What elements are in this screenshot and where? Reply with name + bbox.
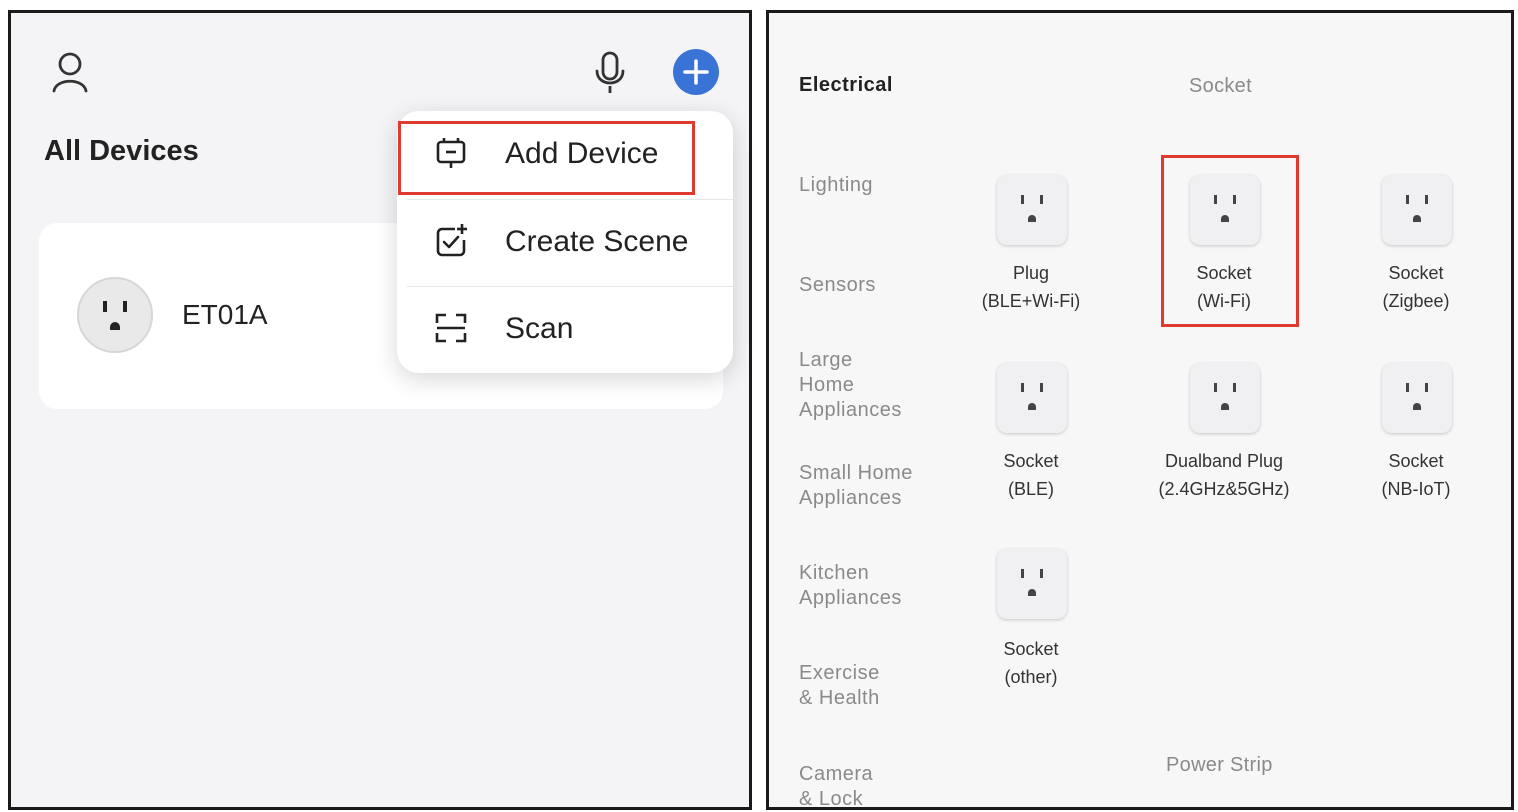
microphone-icon[interactable] [593, 51, 627, 95]
socket-icon [997, 363, 1067, 433]
highlight-box [398, 121, 695, 195]
socket-icon [997, 549, 1067, 619]
category-camera-lock[interactable]: Camera & Lock [799, 762, 873, 812]
add-menu-button[interactable] [673, 49, 719, 95]
category-exercise-health[interactable]: Exercise & Health [799, 661, 880, 711]
product-sub: (NB-IoT) [1381, 479, 1451, 499]
product-tile[interactable]: Dualband Plug (2.4GHz&5GHz) [1124, 363, 1324, 503]
menu-item-create-scene[interactable]: Create Scene [397, 199, 733, 287]
highlight-box [1161, 155, 1299, 327]
socket-icon [1382, 175, 1452, 245]
socket-icon [1190, 363, 1260, 433]
product-name: Dualband Plug [1164, 451, 1284, 471]
product-sub: (other) [1004, 667, 1058, 687]
product-tile[interactable]: Socket (NB-IoT) [1316, 363, 1516, 503]
product-name: Socket [1388, 451, 1444, 471]
product-sub: (2.4GHz&5GHz) [1158, 479, 1290, 499]
socket-icon [1382, 363, 1452, 433]
section-header-socket: Socket [1189, 75, 1252, 97]
product-name: Socket [1003, 451, 1059, 471]
product-sub: (Zigbee) [1382, 291, 1450, 311]
product-name: Socket [1388, 263, 1444, 283]
product-tile[interactable]: Socket (Zigbee) [1316, 175, 1516, 315]
category-kitchen-appliances[interactable]: Kitchen Appliances [799, 561, 902, 611]
create-scene-icon [436, 224, 467, 257]
category-large-home-appliances[interactable]: Large Home Appliances [799, 348, 902, 423]
category-small-home-appliances[interactable]: Small Home Appliances [799, 461, 913, 511]
product-name: Plug [1012, 263, 1050, 283]
product-sub: (BLE+Wi-Fi) [981, 291, 1081, 311]
menu-item-label: Create Scene [505, 225, 689, 258]
add-device-panel: Electrical Lighting Sensors Large Home A… [766, 10, 1514, 810]
socket-icon [77, 277, 153, 353]
menu-item-scan[interactable]: Scan [397, 286, 733, 374]
category-sensors[interactable]: Sensors [799, 273, 876, 298]
user-icon[interactable] [51, 51, 89, 93]
device-name: ET01A [182, 299, 268, 330]
category-electrical[interactable]: Electrical [799, 73, 893, 98]
section-header-power-strip: Power Strip [1166, 754, 1273, 776]
socket-icon [997, 175, 1067, 245]
menu-item-label: Scan [505, 312, 574, 345]
scan-icon [435, 313, 467, 343]
category-lighting[interactable]: Lighting [799, 173, 873, 198]
devices-panel: All Devices ET01A Add Device Create Scen… [8, 10, 752, 810]
plus-icon [683, 59, 709, 85]
product-name: Socket [1003, 639, 1059, 659]
product-tile[interactable]: Socket (BLE) [931, 363, 1131, 503]
product-tile[interactable]: Plug (BLE+Wi-Fi) [931, 175, 1131, 315]
product-sub: (BLE) [1007, 479, 1054, 499]
page-title: All Devices [44, 135, 199, 167]
product-tile[interactable]: Socket (other) [931, 549, 1131, 689]
